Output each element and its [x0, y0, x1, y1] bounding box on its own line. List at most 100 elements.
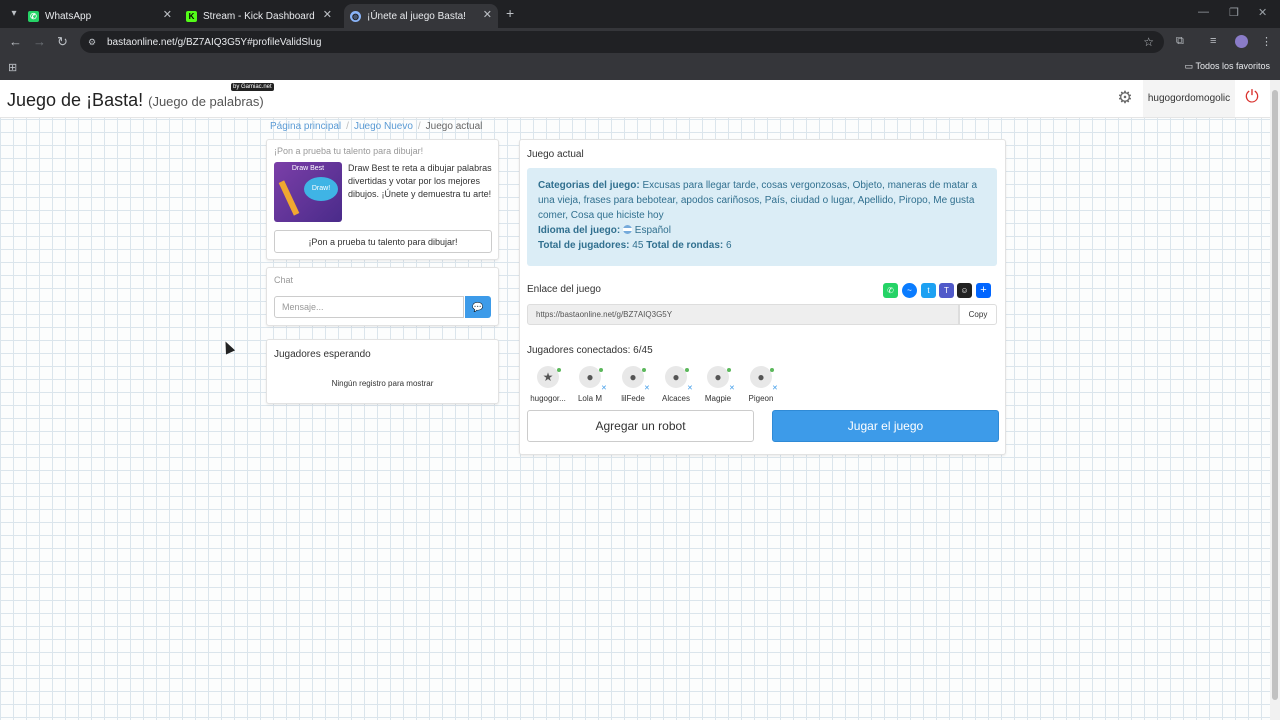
host-user-icon: ★ [537, 366, 559, 388]
tab-whatsapp[interactable]: ✆ WhatsApp ✕ [28, 4, 178, 28]
new-tab-icon[interactable]: + [506, 5, 514, 21]
brush-icon [278, 180, 300, 216]
extensions-icon[interactable]: ⧉ [1176, 35, 1184, 48]
close-tab-icon[interactable]: ✕ [163, 8, 172, 21]
player-name: Pigeon [748, 394, 774, 403]
draw-best-image[interactable]: Draw Best Draw! [274, 162, 342, 222]
send-message-icon[interactable]: 💬 [465, 296, 491, 318]
total-rounds-label: Total de rondas: [646, 240, 724, 251]
kick-player-icon[interactable]: ✕ [772, 384, 778, 392]
user-icon: ● [665, 366, 687, 388]
minimize-icon[interactable]: — [1198, 6, 1209, 18]
user-icon: ● [622, 366, 644, 388]
tab-title: Stream - Kick Dashboard [203, 10, 315, 22]
site-info-icon[interactable]: ⚙ [88, 37, 99, 48]
breadcrumb: Página principal / Juego Nuevo / Juego actua… [270, 121, 482, 132]
breadcrumb-home[interactable]: Página principal [270, 121, 341, 132]
categories-label: Categorias del juego: [538, 180, 640, 191]
settings-gear-icon[interactable]: ⚙ [1115, 88, 1135, 108]
tab-title: ¡Únete al juego Basta! [367, 10, 466, 22]
promo-title: ¡Pon a prueba tu talento para dibujar! [274, 146, 424, 156]
back-icon[interactable]: ← [9, 34, 22, 49]
reload-icon[interactable]: ↻ [57, 34, 68, 50]
mouse-cursor-icon [220, 339, 236, 355]
player-item[interactable]: ● ✕ Lola M [569, 366, 611, 406]
online-status-icon [770, 368, 774, 372]
online-status-icon [557, 368, 561, 372]
whatsapp-icon: ✆ [28, 10, 39, 22]
username-button[interactable]: hugogordomogolic [1143, 80, 1235, 117]
add-robot-button[interactable]: Agregar un robot [527, 410, 754, 442]
chat-message-input[interactable]: Mensaje... [274, 296, 464, 318]
chat-title: Chat [274, 275, 294, 285]
player-name: Lola M [577, 394, 602, 403]
kick-player-icon[interactable]: ✕ [644, 384, 650, 392]
language-label: Idioma del juego: [538, 225, 621, 236]
waiting-players-panel: Jugadores esperando Ningún registro para… [266, 339, 499, 404]
game-link-field[interactable]: https://bastaonline.net/g/BZ7AIQ3G5Y [527, 304, 959, 325]
menu-icon[interactable]: ⋮ [1261, 35, 1272, 48]
copy-link-button[interactable]: Copy [959, 304, 997, 325]
player-name: Alcaces [661, 394, 690, 403]
online-status-icon [685, 368, 689, 372]
globe-icon: ◍ [350, 10, 361, 22]
connected-players-label: Jugadores conectados: 6/45 [527, 345, 653, 356]
share-more-icon[interactable]: + [976, 283, 991, 298]
share-messenger-icon[interactable]: ~ [902, 283, 917, 298]
breadcrumb-current: Juego actual [425, 121, 483, 132]
all-bookmarks-folder[interactable]: ▭ Todos los favoritos [1185, 61, 1270, 72]
bookmarks-bar: ⊞ ▭ Todos los favoritos [0, 56, 1280, 81]
language-value: Español [634, 225, 671, 236]
current-game-panel: Juego actual Categorias del juego: Excus… [519, 139, 1006, 455]
logout-power-icon[interactable]: ⏻ [1242, 87, 1262, 107]
user-icon: ● [750, 366, 772, 388]
player-item[interactable]: ● ✕ Magpie [697, 366, 739, 406]
share-twitter-icon[interactable]: t [921, 283, 936, 298]
player-name: Magpie [704, 394, 732, 403]
site-subtitle: (Juego de palabras) [148, 94, 264, 109]
kick-player-icon[interactable]: ✕ [601, 384, 607, 392]
kick-player-icon[interactable]: ✕ [687, 384, 693, 392]
total-players-label: Total de jugadores: [538, 240, 630, 251]
breadcrumb-separator: / [417, 121, 421, 132]
maximize-icon[interactable]: ❐ [1229, 6, 1239, 19]
site-logo[interactable]: Juego de ¡Basta! (Juego de palabras) [7, 90, 264, 111]
scrollbar-thumb[interactable] [1272, 90, 1278, 700]
player-item[interactable]: ● ✕ lilFede [612, 366, 654, 406]
player-name: hugogor... [530, 394, 566, 403]
draw-best-button[interactable]: ¡Pon a prueba tu talento para dibujar! [274, 230, 492, 253]
profile-avatar-icon[interactable] [1235, 35, 1248, 48]
site-title: Juego de ¡Basta! [7, 90, 144, 110]
argentina-flag-icon [623, 225, 633, 234]
total-rounds-value: 6 [726, 240, 732, 251]
tab-basta[interactable]: ◍ ¡Únete al juego Basta! ✕ [344, 4, 498, 28]
close-window-icon[interactable]: ✕ [1258, 6, 1267, 19]
page-scrollbar[interactable] [1270, 80, 1280, 720]
tab-kick[interactable]: K Stream - Kick Dashboard ✕ [186, 4, 338, 28]
close-tab-icon[interactable]: ✕ [483, 8, 492, 21]
apps-grid-icon[interactable]: ⊞ [8, 61, 17, 74]
gamiac-badge[interactable]: by Gamiac.net [231, 83, 274, 91]
user-icon: ● [579, 366, 601, 388]
draw-bubble: Draw! [304, 177, 338, 201]
breadcrumb-new-game[interactable]: Juego Nuevo [354, 121, 413, 132]
online-status-icon [642, 368, 646, 372]
forward-icon[interactable]: → [33, 34, 46, 49]
close-tab-icon[interactable]: ✕ [323, 8, 332, 21]
share-whatsapp-icon[interactable]: ✆ [883, 283, 898, 298]
url-text: bastaonline.net/g/BZ7AIQ3G5Y#profileVali… [107, 36, 322, 48]
player-item[interactable]: ● ✕ Alcaces [655, 366, 697, 406]
media-icon[interactable]: ≡ [1210, 35, 1216, 47]
address-bar[interactable]: ⚙ bastaonline.net/g/BZ7AIQ3G5Y#profileVa… [80, 31, 1164, 53]
tab-search-icon[interactable]: ▾ [6, 6, 22, 22]
draw-best-promo-panel: ¡Pon a prueba tu talento para dibujar! D… [266, 139, 499, 260]
kick-player-icon[interactable]: ✕ [729, 384, 735, 392]
play-game-button[interactable]: Jugar el juego [772, 410, 999, 442]
page-viewport: Juego de ¡Basta! (Juego de palabras) by … [0, 80, 1270, 720]
share-teams-icon[interactable]: T [939, 283, 954, 298]
player-item[interactable]: ● ✕ Pigeon [740, 366, 782, 406]
folder-icon: ▭ [1184, 61, 1194, 71]
player-item[interactable]: ★ hugogor... [527, 366, 569, 406]
bookmark-star-icon[interactable]: ☆ [1143, 35, 1154, 49]
share-snapchat-icon[interactable]: ☺ [957, 283, 972, 298]
